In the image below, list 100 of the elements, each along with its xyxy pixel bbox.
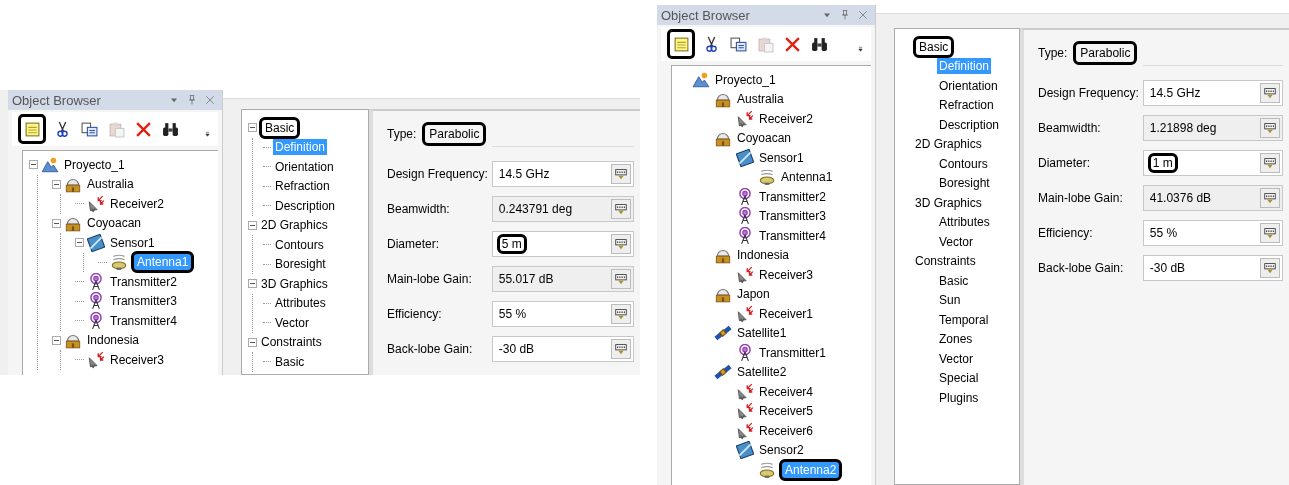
page-tree-item[interactable]: Refraction	[937, 97, 996, 114]
unit-button[interactable]	[1260, 153, 1280, 173]
tree-item[interactable]: Transmitter4	[757, 227, 828, 244]
tree-item[interactable]: Proyecto_1	[62, 156, 127, 173]
collapse-toggle[interactable]	[52, 335, 61, 345]
collapse-toggle[interactable]	[29, 160, 38, 170]
tree-item[interactable]: Receiver1	[757, 305, 816, 322]
tree-item[interactable]: Receiver2	[108, 195, 167, 212]
unit-button[interactable]	[611, 304, 631, 324]
page-tree-item[interactable]: Description	[273, 197, 338, 214]
overflow-icon[interactable]	[856, 44, 865, 54]
tree-item[interactable]: Receiver5	[757, 403, 816, 420]
field-label: Efficiency:	[387, 307, 443, 321]
pin-icon[interactable]	[839, 9, 851, 21]
tree-item[interactable]: Coyoacan	[735, 130, 794, 147]
page-tree-item[interactable]: Orientation	[273, 158, 336, 175]
collapse-toggle[interactable]	[52, 179, 61, 189]
collapse-toggle[interactable]	[52, 218, 61, 228]
tree-item[interactable]: Antenna1	[779, 169, 835, 186]
page-tree-item[interactable]: 3D Graphics	[913, 194, 984, 211]
input-field[interactable]: -30 dB	[1142, 255, 1283, 281]
tree-item[interactable]: Australia	[85, 176, 136, 193]
notepad-button[interactable]	[18, 114, 46, 144]
tree-item[interactable]: Receiver3	[757, 266, 816, 283]
page-tree-item[interactable]: Temporal	[937, 311, 991, 328]
page-tree-item[interactable]: Constraints	[913, 253, 978, 270]
tree-item[interactable]: Satellite2	[735, 364, 789, 381]
page-tree-item[interactable]: Basic	[273, 353, 307, 370]
tree-item[interactable]: Receiver2	[757, 110, 816, 127]
tree-item[interactable]: Japon	[735, 286, 772, 303]
collapse-toggle[interactable]	[248, 279, 257, 289]
tree-item[interactable]: Transmitter3	[757, 208, 828, 225]
tree-item[interactable]: Sensor2	[757, 442, 806, 459]
overflow-icon[interactable]	[203, 129, 212, 139]
page-tree-item[interactable]: Refraction	[273, 178, 332, 195]
unit-button[interactable]	[611, 339, 631, 359]
input-field[interactable]: 14.5 GHz	[491, 161, 634, 187]
binoculars-icon	[161, 120, 179, 138]
page-tree-item[interactable]: Attributes	[273, 295, 328, 312]
tree-item[interactable]: Proyecto_1	[713, 71, 778, 88]
input-field[interactable]: 5 m	[491, 231, 634, 257]
dish-arrows-icon	[736, 109, 754, 128]
page-tree-item[interactable]: Boresight	[273, 256, 328, 273]
tree-item[interactable]: Transmitter2	[108, 273, 179, 290]
page-tree-item[interactable]: Plugins	[937, 389, 981, 406]
page-tree-item[interactable]: Sun	[937, 292, 963, 309]
page-tree-item[interactable]: Contours	[937, 155, 990, 172]
collapse-toggle[interactable]	[248, 337, 257, 347]
dish-arrows-icon	[87, 194, 105, 213]
input-field[interactable]: 14.5 GHz	[1142, 80, 1283, 106]
unit-icon	[614, 342, 628, 356]
page-tree-item[interactable]: 2D Graphics	[913, 136, 984, 153]
page-tree-item[interactable]: Vector	[937, 233, 976, 250]
unit-button[interactable]	[1260, 258, 1280, 278]
tree-item[interactable]: Indonesia	[735, 247, 792, 264]
unit-button[interactable]	[611, 234, 631, 254]
page-tree-item[interactable]: Boresight	[937, 175, 992, 192]
input-field[interactable]: 1 m	[1142, 150, 1283, 176]
page-tree-item[interactable]: Vector	[937, 350, 976, 367]
collapse-toggle[interactable]	[75, 238, 84, 248]
unit-button[interactable]	[1260, 223, 1280, 243]
notepad-button[interactable]	[667, 29, 695, 59]
tree-item[interactable]: Transmitter2	[757, 188, 828, 205]
dish-arrows-icon	[736, 382, 754, 401]
page-tree-item[interactable]: Constraints	[259, 334, 324, 351]
page-tree-item[interactable]: Orientation	[937, 77, 1000, 94]
tree-item[interactable]: Australia	[735, 91, 786, 108]
pin-icon[interactable]	[186, 94, 198, 106]
page-tree-item[interactable]: Contours	[273, 236, 326, 253]
tree-item[interactable]: Receiver3	[108, 351, 167, 368]
tree-item[interactable]: Sensor1	[757, 149, 806, 166]
page-tree-item[interactable]: 3D Graphics	[259, 275, 330, 292]
page-tree-item[interactable]: Attributes	[937, 214, 992, 231]
page-tree-item[interactable]: 2D Graphics	[259, 217, 330, 234]
type-value: Parabolic	[1073, 41, 1138, 65]
clipboard-icon	[107, 120, 125, 138]
tree-item[interactable]: Receiver4	[757, 383, 816, 400]
tree-item[interactable]: Indonesia	[85, 332, 142, 349]
tree-item[interactable]: Transmitter3	[108, 293, 179, 310]
field-label: Diameter:	[387, 237, 440, 251]
tree-item[interactable]: Coyoacan	[85, 215, 144, 232]
tree-item[interactable]: Sensor1	[108, 234, 157, 251]
unit-button[interactable]	[611, 164, 631, 184]
page-tree-item[interactable]: Special	[937, 370, 981, 387]
tree-item[interactable]: Satellite1	[735, 325, 789, 342]
input-field[interactable]: 55 %	[491, 301, 634, 327]
page-tree-item[interactable]: Vector	[273, 314, 312, 331]
input-field[interactable]: 55 %	[1142, 220, 1283, 246]
page-tree-item[interactable]: Description	[937, 116, 1002, 133]
field-label: Design Frequency:	[387, 167, 488, 181]
tree-item[interactable]: Transmitter4	[108, 312, 179, 329]
page-tree-item[interactable]: Basic	[937, 272, 971, 289]
collapse-toggle[interactable]	[248, 123, 257, 133]
tree-item[interactable]: Receiver6	[757, 422, 816, 439]
unit-button[interactable]	[1260, 83, 1280, 103]
tree-item[interactable]: Transmitter1	[757, 344, 828, 361]
page-tree-item[interactable]: Zones	[937, 331, 975, 348]
collapse-toggle[interactable]	[248, 220, 257, 230]
input-field[interactable]: -30 dB	[491, 336, 634, 362]
radio-tower-icon	[87, 292, 105, 311]
